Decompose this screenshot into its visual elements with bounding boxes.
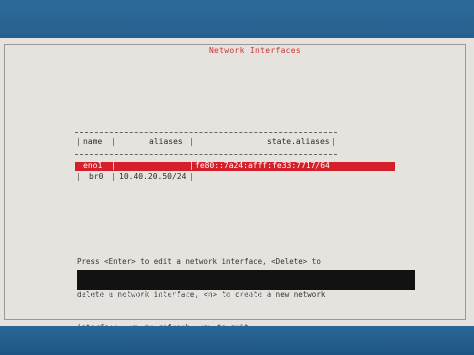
table-divider: | — [189, 137, 194, 146]
table-divider: | — [189, 161, 194, 170]
row-name-eno1[interactable]: eno1 — [83, 161, 102, 171]
table-divider: | — [76, 172, 81, 181]
interfaces-table[interactable]: | name | aliases | state.aliases | eno1 … — [75, 131, 395, 183]
table-divider: | — [189, 172, 194, 181]
table-divider: | — [111, 172, 116, 181]
pending-changes-notice: You have pending network interface chang… — [77, 270, 415, 329]
column-header-state-aliases[interactable]: state.aliases — [267, 137, 330, 147]
window-title: Network Interfaces — [203, 45, 307, 57]
column-header-aliases[interactable]: aliases — [149, 137, 183, 147]
notice-line: You have pending network interface chang… — [80, 290, 275, 299]
monitor-bottom-bezel — [0, 326, 474, 355]
table-top-border — [75, 132, 337, 133]
window-frame: Network Interfaces | name | aliases | st… — [4, 44, 466, 332]
row-aliases-br0[interactable]: 10.40.20.50/24 — [119, 172, 186, 182]
table-divider: | — [76, 137, 81, 146]
tui-window: Network Interfaces | name | aliases | st… — [0, 38, 474, 332]
table-divider: | — [111, 161, 116, 170]
monitor-top-bezel — [0, 0, 474, 38]
column-header-name[interactable]: name — [83, 137, 102, 147]
row-name-br0[interactable]: br0 — [89, 172, 103, 182]
help-line: Press <Enter> to edit a network interfac… — [77, 257, 321, 266]
table-divider: | — [111, 137, 116, 146]
table-divider: | — [331, 137, 336, 146]
row-state-aliases-eno1[interactable]: fe80::7a24:afff:fe33:7717/64 — [195, 161, 330, 171]
table-header-border — [75, 154, 337, 155]
